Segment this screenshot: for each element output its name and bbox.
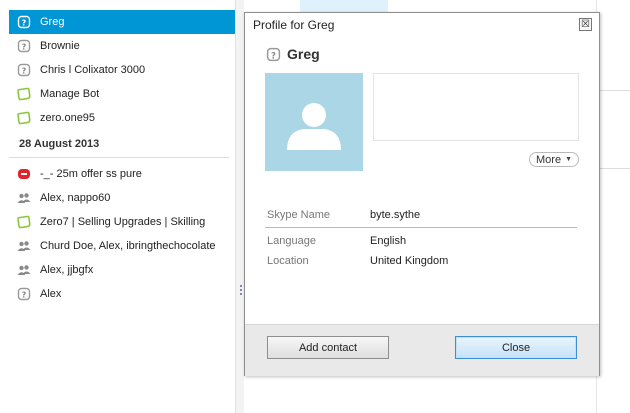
contact-label: -_- 25m offer ss pure <box>40 168 142 180</box>
more-label: More <box>536 153 562 166</box>
contact-label: Zero7 | Selling Upgrades | Skilling <box>40 216 206 228</box>
contact-label: Brownie <box>40 40 80 52</box>
close-button[interactable]: Close <box>455 336 577 359</box>
contact-label: Churd Doe, Alex, ibringthechocolate <box>40 240 216 252</box>
language-value: English <box>370 235 407 247</box>
contact-label: zero.one95 <box>40 112 96 124</box>
group-chat-icon <box>17 191 31 205</box>
avatar <box>265 73 363 171</box>
contact-item-alex-jjbgfx[interactable]: Alex, jjbgfx <box>9 258 235 282</box>
info-divider <box>265 227 577 228</box>
close-icon[interactable]: ☒ <box>579 18 592 31</box>
add-contact-button[interactable]: Add contact <box>267 336 389 359</box>
group-chat-icon <box>17 263 31 277</box>
location-label: Location <box>267 255 309 267</box>
svg-text:?: ? <box>22 19 27 28</box>
date-group-header: 28 August 2013 <box>19 138 100 150</box>
skype-blocked-icon <box>17 167 31 181</box>
skype-unknown-icon: ? <box>17 287 31 301</box>
contact-item-zero7[interactable]: Zero7 | Selling Upgrades | Skilling <box>9 210 235 234</box>
contact-item-alex[interactable]: ? Alex <box>9 282 235 306</box>
contact-item-chris[interactable]: ? Chris l Colixator 3000 <box>9 58 235 82</box>
contact-label: Greg <box>40 16 65 28</box>
chevron-down-icon: ▼ <box>565 156 572 163</box>
contact-item-zero-one95[interactable]: zero.one95 <box>9 106 235 130</box>
contact-item-offer[interactable]: -_- 25m offer ss pure <box>9 162 235 186</box>
contact-label: Alex, jjbgfx <box>40 264 94 276</box>
mood-message-box <box>373 73 579 141</box>
svg-text:?: ? <box>271 51 276 61</box>
profile-name: Greg <box>287 46 320 62</box>
contact-item-manage-bot[interactable]: Manage Bot <box>9 82 235 106</box>
contact-list: ? Greg ? Brownie ? Chris l Colixator 300… <box>0 0 235 413</box>
language-label: Language <box>267 235 316 247</box>
svg-text:?: ? <box>22 291 27 300</box>
date-divider <box>9 157 229 158</box>
contact-label: Manage Bot <box>40 88 100 100</box>
contact-item-churd-doe[interactable]: Churd Doe, Alex, ibringthechocolate <box>9 234 235 258</box>
skype-unknown-icon: ? <box>266 47 281 62</box>
skype-unknown-icon: ? <box>17 15 31 29</box>
contact-item-alex-nappo60[interactable]: Alex, nappo60 <box>9 186 235 210</box>
skype-name-label: Skype Name <box>267 209 330 221</box>
user-silhouette-icon <box>287 103 341 150</box>
location-value: United Kingdom <box>370 255 449 267</box>
status-online-icon <box>17 111 31 125</box>
contact-label: Alex <box>40 288 62 300</box>
profile-dialog: Profile for Greg ☒ ? Greg More ▼ Skype N… <box>244 12 600 376</box>
contact-label: Chris l Colixator 3000 <box>40 64 146 76</box>
contact-label: Alex, nappo60 <box>40 192 111 204</box>
status-online-icon <box>17 215 31 229</box>
dialog-footer: Add contact Close <box>245 324 599 376</box>
sidebar-splitter[interactable] <box>235 0 244 413</box>
status-online-icon <box>17 87 31 101</box>
skype-unknown-icon: ? <box>17 39 31 53</box>
profile-name-row: ? Greg <box>266 46 320 62</box>
more-button[interactable]: More ▼ <box>529 152 579 167</box>
svg-text:?: ? <box>22 67 27 76</box>
contact-item-brownie[interactable]: ? Brownie <box>9 34 235 58</box>
dialog-title: Profile for Greg <box>253 18 335 32</box>
skype-unknown-icon: ? <box>17 63 31 77</box>
pane-line <box>600 90 630 91</box>
splitter-grip-icon[interactable] <box>240 285 242 297</box>
svg-text:?: ? <box>22 43 27 52</box>
contact-item-greg[interactable]: ? Greg <box>9 10 235 34</box>
skype-name-value: byte.sythe <box>370 209 421 221</box>
group-chat-icon <box>17 239 31 253</box>
pane-line <box>600 168 630 169</box>
